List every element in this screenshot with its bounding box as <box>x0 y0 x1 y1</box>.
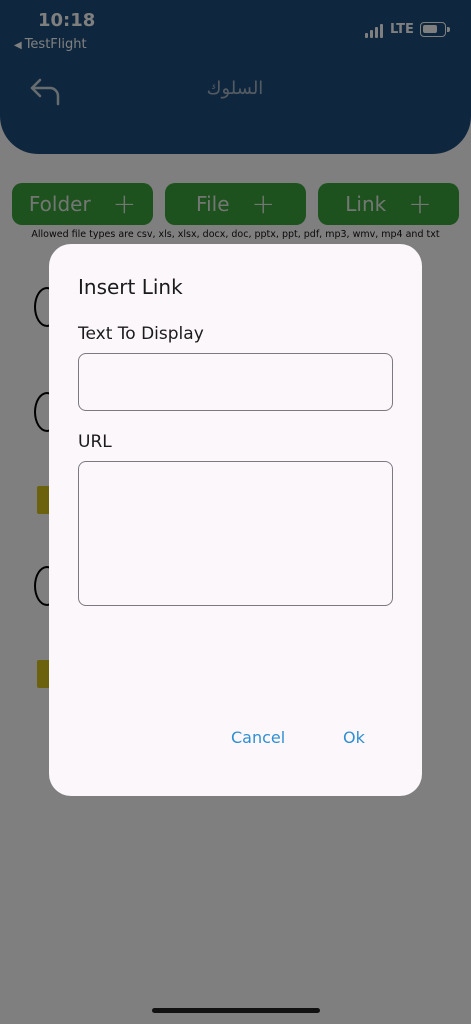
url-label: URL <box>78 432 112 452</box>
ok-button[interactable]: Ok <box>343 728 365 747</box>
text-to-display-label: Text To Display <box>78 324 204 344</box>
insert-link-dialog: Insert Link Text To Display URL Cancel O… <box>49 244 422 796</box>
text-to-display-input[interactable] <box>78 353 393 411</box>
home-indicator[interactable] <box>152 1008 320 1013</box>
dialog-title: Insert Link <box>78 275 183 299</box>
cancel-button[interactable]: Cancel <box>231 728 285 747</box>
url-input[interactable] <box>78 461 393 606</box>
